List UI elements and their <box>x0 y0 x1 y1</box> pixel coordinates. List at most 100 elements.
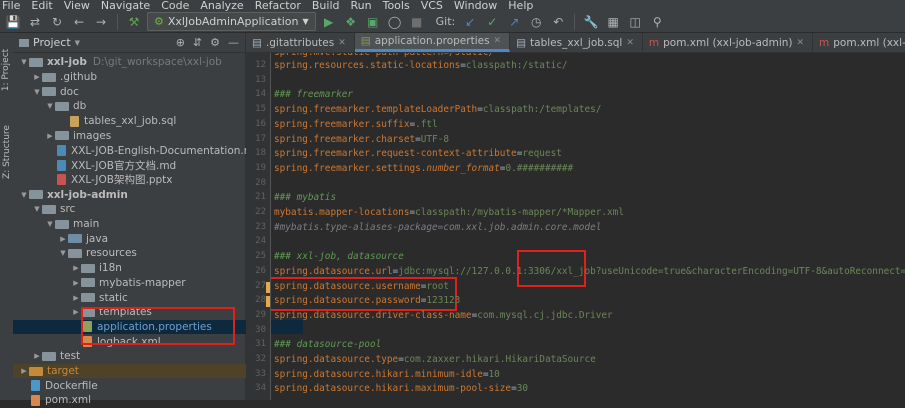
left-tool-strip: 1: Project Z: Structure <box>0 33 14 400</box>
code-token: jdbc:mysql://127.0.0.1:3306/xxl_job?useU… <box>398 265 905 277</box>
menu-file[interactable]: File <box>2 0 20 11</box>
stop-icon[interactable]: ■ <box>408 13 426 31</box>
code-token: spring.datasource.hikari.minimum-idle <box>274 368 483 380</box>
tree-item[interactable]: ▶ images <box>13 129 277 144</box>
chevron-down-icon[interactable]: ▼ <box>19 58 29 66</box>
menu-window[interactable]: Window <box>454 0 497 11</box>
sync-icon[interactable]: ⇄ <box>26 13 44 31</box>
code-editor[interactable]: spring.mvc.static-path-pattern=/static/*… <box>271 53 905 400</box>
chevron-down-icon[interactable]: ▼ <box>45 102 55 110</box>
tree-item[interactable]: pom.xml <box>13 393 251 408</box>
chevron-right-icon[interactable]: ▶ <box>71 264 81 272</box>
code-token: spring.datasource.username <box>274 280 421 292</box>
tree-item[interactable]: XXL-JOB架构图.pptx <box>13 173 277 188</box>
tree-item[interactable]: XXL-JOB官方文档.md <box>13 158 277 173</box>
code-line: ### datasource-pool <box>274 339 381 350</box>
chevron-right-icon[interactable]: ▶ <box>32 352 42 360</box>
editor-tab[interactable]: ▤ tables_xxl_job.sql ✕ <box>510 33 643 52</box>
toolbar-separator <box>117 13 118 30</box>
git-push-icon[interactable]: ↗ <box>505 13 523 31</box>
menu-tools[interactable]: Tools <box>383 0 410 11</box>
chevron-down-icon[interactable]: ▼ <box>19 191 29 199</box>
chevron-down-icon[interactable]: ▼ <box>58 249 68 257</box>
back-icon[interactable]: ← <box>70 13 88 31</box>
close-icon[interactable]: ✕ <box>796 38 804 48</box>
chevron-down-icon[interactable]: ▼ <box>32 205 42 213</box>
tree-item[interactable]: Dockerfile <box>13 378 251 393</box>
tree-item[interactable]: ▼ db <box>13 99 277 114</box>
line-number: 23 <box>255 221 266 232</box>
code-line: spring.datasource.password=123123 <box>274 295 460 306</box>
tool-window-tab-project[interactable]: 1: Project <box>0 39 13 101</box>
coverage-icon[interactable]: ▣ <box>364 13 382 31</box>
project-structure-icon[interactable]: ▦ <box>604 13 622 31</box>
chevron-right-icon[interactable]: ▶ <box>58 235 68 243</box>
search-icon[interactable]: ⚲ <box>648 13 666 31</box>
menu-help[interactable]: Help <box>508 0 533 11</box>
tool-window-tab-structure[interactable]: Z: Structure <box>0 117 13 187</box>
gear-icon[interactable]: ⚙ <box>210 36 220 49</box>
git-update-icon[interactable]: ↙ <box>461 13 479 31</box>
save-icon[interactable]: 💾 <box>4 13 22 31</box>
collapse-icon[interactable]: ⇵ <box>193 36 202 49</box>
code-token: com.zaxxer.hikari.HikariDataSource <box>403 354 596 365</box>
run-icon[interactable]: ▶ <box>320 13 338 31</box>
tree-item[interactable]: ▼ main <box>13 217 277 232</box>
tree-item-label: resources <box>86 247 137 260</box>
debug-icon[interactable]: ❖ <box>342 13 360 31</box>
history-icon[interactable]: ◷ <box>527 13 545 31</box>
menu-run[interactable]: Run <box>351 0 372 11</box>
chevron-right-icon[interactable]: ▶ <box>71 279 81 287</box>
hide-icon[interactable]: — <box>228 36 239 49</box>
close-icon[interactable]: ✕ <box>626 38 634 48</box>
chevron-right-icon[interactable]: ▶ <box>19 367 29 375</box>
folder-icon <box>29 190 43 200</box>
sql-file-icon <box>70 115 79 127</box>
profile-icon[interactable]: ◯ <box>386 13 404 31</box>
settings-wrench-icon[interactable]: 🔧 <box>582 13 600 31</box>
code-token: .ftl <box>415 118 438 130</box>
chevron-right-icon[interactable]: ▶ <box>71 308 81 316</box>
run-config-select[interactable]: ⚙ XxlJobAdminApplication ▼ <box>147 12 316 31</box>
project-panel-title[interactable]: Project <box>33 36 71 49</box>
close-icon[interactable]: ✕ <box>494 36 502 46</box>
menu-build[interactable]: Build <box>312 0 340 11</box>
menu-edit[interactable]: Edit <box>31 0 52 11</box>
tree-item[interactable]: ▶ .github <box>13 70 264 85</box>
editor-tab[interactable]: mpom.xml (xxl-job)✕ <box>813 33 905 52</box>
editor-tab[interactable]: m pom.xml (xxl-job-admin) ✕ <box>643 33 814 52</box>
refresh-icon[interactable]: ↻ <box>48 13 66 31</box>
forward-icon[interactable]: → <box>92 13 110 31</box>
chevron-right-icon[interactable]: ▶ <box>45 132 55 140</box>
menu-vcs[interactable]: VCS <box>421 0 443 11</box>
git-commit-icon[interactable]: ✓ <box>483 13 501 31</box>
editor-tab[interactable]: ▤ application.properties ✕ <box>354 33 511 52</box>
build-hammer-icon[interactable]: ⚒ <box>125 13 143 31</box>
chevron-down-icon[interactable]: ▼ <box>45 220 55 228</box>
chevron-down-icon[interactable]: ▼ <box>75 39 80 47</box>
code-line: spring.datasource.driver-class-name=com.… <box>274 310 613 321</box>
tree-item[interactable]: ▼ src <box>13 202 264 217</box>
menu-code[interactable]: Code <box>161 0 189 11</box>
close-icon[interactable]: ✕ <box>338 38 346 48</box>
revert-icon[interactable]: ↶ <box>549 13 567 31</box>
window-icon[interactable]: ◫ <box>626 13 644 31</box>
tree-item[interactable]: ▶ test <box>13 349 264 364</box>
tree-item[interactable]: ▼ xxl-job D:\git_workspace\xxl-job <box>13 55 251 70</box>
editor-tab[interactable]: ▤ .gitattributes ✕ <box>246 33 355 52</box>
chevron-down-icon[interactable]: ▼ <box>32 88 42 96</box>
menu-navigate[interactable]: Navigate <box>101 0 150 11</box>
menu-analyze[interactable]: Analyze <box>200 0 243 11</box>
locate-icon[interactable]: ⊕ <box>176 36 185 49</box>
chevron-right-icon[interactable]: ▶ <box>32 73 42 81</box>
chevron-right-icon[interactable]: ▶ <box>71 294 81 302</box>
tree-item[interactable]: XXL-JOB-English-Documentation.md <box>13 143 277 158</box>
code-line: spring.freemarker.charset=UTF-8 <box>274 134 449 145</box>
tree-item[interactable]: ▼ doc <box>13 84 264 99</box>
menu-refactor[interactable]: Refactor <box>255 0 301 11</box>
code-line: ### freemarker <box>274 89 353 100</box>
tree-item-label: src <box>60 203 76 216</box>
menu-view[interactable]: View <box>64 0 90 11</box>
tree-item[interactable]: ▶ target <box>13 363 251 379</box>
tree-item[interactable]: ▼ xxl-job-admin <box>13 187 251 202</box>
